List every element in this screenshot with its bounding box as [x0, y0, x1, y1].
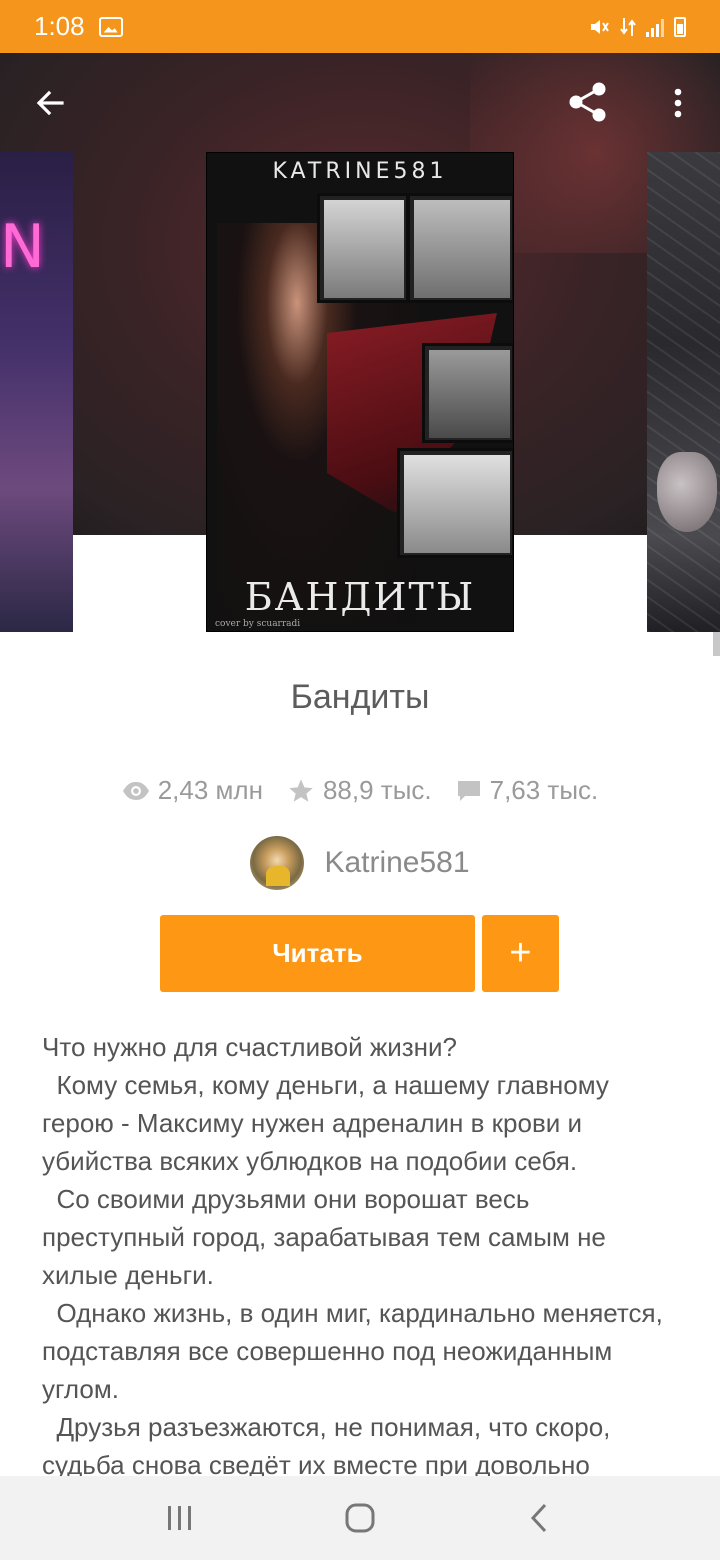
read-button[interactable]: Читать: [160, 915, 475, 992]
cover-film-frame: [407, 193, 513, 303]
description-paragraph: Кому семья, кому деньги, а нашему главно…: [42, 1070, 617, 1176]
comment-icon: [457, 780, 480, 801]
comments-count: 7,63 тыс.: [489, 775, 599, 805]
story-stats: 2,43 млн 88,9 тыс. 7,63 тыс.: [0, 775, 720, 806]
more-vertical-icon: [674, 88, 682, 118]
cover-film-frame: [317, 193, 409, 303]
system-back-button[interactable]: [510, 1488, 570, 1548]
share-button[interactable]: [564, 78, 612, 126]
battery-icon: [674, 16, 686, 37]
author-name[interactable]: Katrine581: [324, 846, 469, 880]
status-bar: 1:08: [0, 0, 720, 53]
cover-title-text: БАНДИТЫ: [244, 575, 476, 619]
more-options-button[interactable]: [656, 81, 700, 125]
scrollbar[interactable]: [713, 632, 720, 656]
status-icons: [588, 16, 686, 38]
next-story-cover[interactable]: [647, 152, 720, 632]
votes-stat: 88,9 тыс.: [287, 775, 432, 806]
signal-icon: [646, 17, 664, 37]
status-time: 1:08: [34, 11, 85, 41]
votes-count: 88,9 тыс.: [322, 775, 432, 805]
eye-icon: [122, 781, 149, 800]
cover-film-frame: [397, 448, 513, 558]
mute-icon: [591, 19, 609, 34]
neon-decoration: N: [0, 212, 45, 282]
previous-story-cover[interactable]: N: [0, 152, 73, 632]
cover-credit-text: cover by scuarradi: [215, 619, 301, 629]
description-paragraph: Что нужно для счастливой жизни?: [42, 1032, 458, 1062]
share-icon: [569, 82, 606, 122]
description-paragraph: Однако жизнь, в один миг, кардинально ме…: [42, 1298, 671, 1404]
author-link[interactable]: Katrine581: [0, 836, 720, 890]
views-count: 2,43 млн: [157, 775, 263, 805]
recent-apps-button[interactable]: [150, 1488, 210, 1548]
home-icon: [345, 1503, 375, 1533]
star-icon: [289, 778, 313, 802]
recent-apps-icon: [168, 1506, 191, 1530]
chevron-left-icon: [530, 1503, 547, 1533]
system-nav-bar: [0, 1476, 720, 1560]
description-paragraph: Друзья разъезжаются, не понимая, что ско…: [42, 1412, 618, 1480]
add-to-library-button[interactable]: +: [482, 915, 559, 992]
comments-stat: 7,63 тыс.: [456, 775, 599, 806]
data-transfer-icon: [620, 17, 636, 36]
story-title: Бандиты: [290, 678, 430, 716]
arrow-left-icon: [36, 90, 64, 116]
cover-film-frame: [422, 343, 513, 443]
author-avatar[interactable]: [250, 836, 305, 890]
story-description: Что нужно для счастливой жизни? Кому сем…: [42, 1028, 672, 1484]
description-paragraph: Со своими друзьями они ворошат весь прес…: [42, 1184, 614, 1290]
views-stat: 2,43 млн: [122, 775, 263, 806]
gallery-notification-icon: [98, 16, 123, 37]
home-button[interactable]: [330, 1488, 390, 1548]
story-cover[interactable]: KATRINE581 БАНДИТЫ cover by scuarradi: [206, 152, 514, 632]
back-button[interactable]: [28, 81, 72, 125]
cover-author-text: KATRINE581: [272, 159, 448, 184]
